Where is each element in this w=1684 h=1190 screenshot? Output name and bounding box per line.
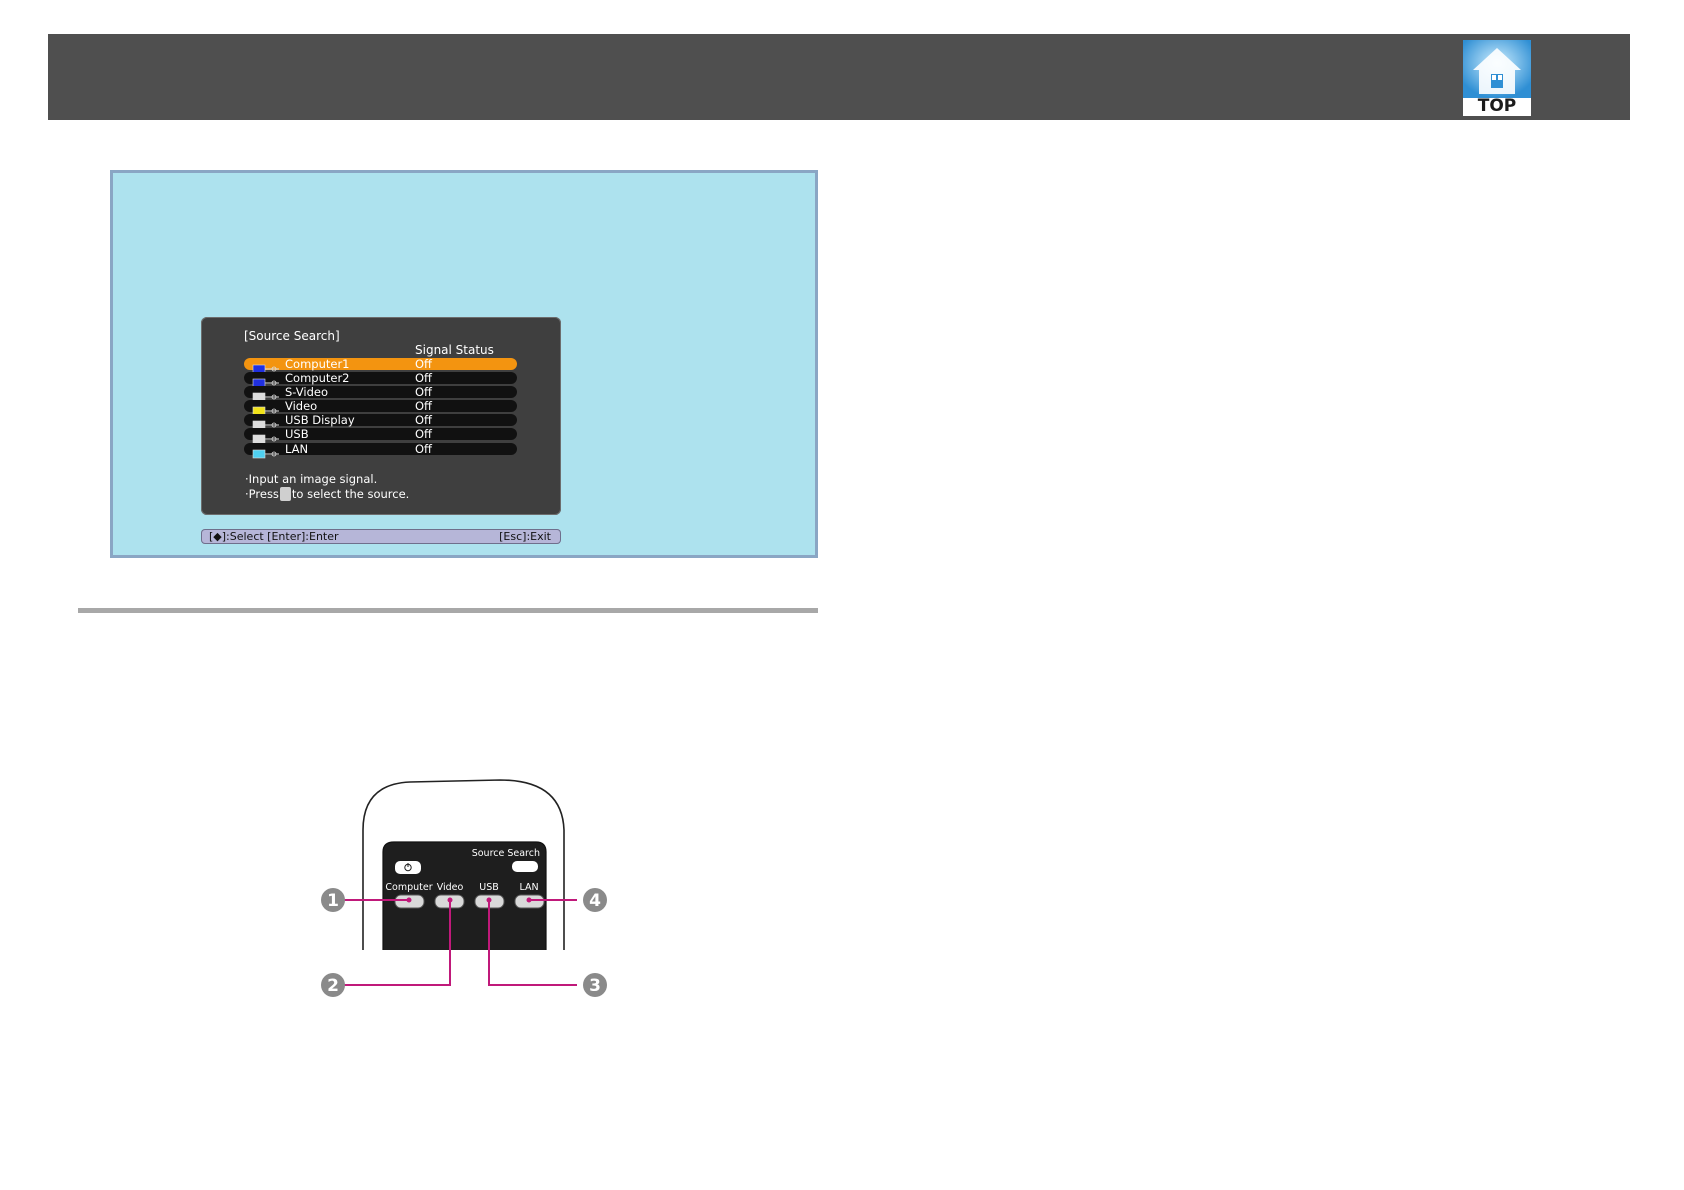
source-row-lan[interactable]: LAN Off [244, 441, 517, 458]
callout-2-number: 2 [327, 976, 339, 996]
usb-display-icon [251, 415, 283, 430]
footer-select-enter: [◆]:Select [Enter]:Enter [209, 530, 339, 543]
source-search-button[interactable] [512, 861, 538, 872]
computer-icon [251, 373, 283, 388]
top-label: TOP [1477, 96, 1517, 116]
lan-icon [251, 444, 283, 458]
callout-3-number: 3 [589, 976, 601, 996]
signal-status-value: Off [415, 413, 432, 428]
help-line-2-prefix: ·Press [245, 487, 279, 501]
lan-button-label: LAN [519, 882, 538, 893]
callout-4-number: 4 [589, 891, 601, 911]
header-bar [48, 34, 1630, 120]
signal-status-header: Signal Status [415, 343, 494, 357]
source-row-video[interactable]: Video Off [244, 399, 517, 416]
usb-button-label: USB [479, 882, 499, 893]
computer-button-label: Computer [385, 882, 432, 893]
signal-status-value: Off [415, 441, 432, 456]
signal-status-value: Off [415, 399, 432, 414]
s-video-icon [251, 387, 283, 402]
source-list: Computer1 Off Computer2 Off S-Video Off Video O… [244, 357, 517, 458]
help-line-1: ·Input an image signal. [245, 472, 378, 486]
footer-exit: [Esc]:Exit [499, 530, 551, 543]
help-line-2: ·Press to select the source. [245, 486, 410, 502]
source-search-menu: [Source Search] Signal Status Computer1 O… [201, 317, 561, 515]
source-row-usb-display[interactable]: USB Display Off [244, 413, 517, 430]
help-line-2-suffix: to select the source. [291, 487, 410, 501]
source-label: USB Display [285, 413, 355, 428]
source-label: Video [285, 399, 318, 414]
menu-footer: [◆]:Select [Enter]:Enter [Esc]:Exit [201, 529, 561, 544]
source-label: Computer2 [285, 371, 350, 386]
signal-status-value: Off [415, 371, 432, 386]
power-button[interactable] [395, 861, 421, 874]
section-divider [78, 608, 818, 613]
source-row-computer2[interactable]: Computer2 Off [244, 371, 517, 388]
source-label: Computer1 [285, 357, 350, 371]
source-row-usb[interactable]: USB Off [244, 427, 517, 444]
usb-icon [251, 429, 283, 444]
source-row-s-video[interactable]: S-Video Off [244, 385, 517, 402]
signal-status-value: Off [415, 385, 432, 400]
home-icon [1463, 40, 1531, 98]
video-icon [251, 401, 283, 416]
computer-icon [251, 359, 283, 374]
menu-help: ·Input an image signal. ·Press to select … [245, 472, 409, 502]
up-down-icon [279, 486, 291, 501]
signal-status-value: Off [415, 427, 432, 442]
callout-1-number: 1 [327, 891, 339, 911]
top-link[interactable]: TOP [1463, 40, 1531, 116]
menu-title: [Source Search] [244, 329, 340, 343]
remote-control-illustration: Source Search Computer Video USB LAN 1 2… [321, 779, 607, 997]
source-row-computer1[interactable]: Computer1 Off [244, 357, 517, 374]
source-label: USB [285, 427, 309, 442]
source-label: LAN [285, 441, 309, 456]
source-search-label: Source Search [472, 848, 540, 859]
source-label: S-Video [285, 385, 328, 400]
signal-status-value: Off [415, 357, 432, 371]
video-button-label: Video [437, 882, 464, 893]
